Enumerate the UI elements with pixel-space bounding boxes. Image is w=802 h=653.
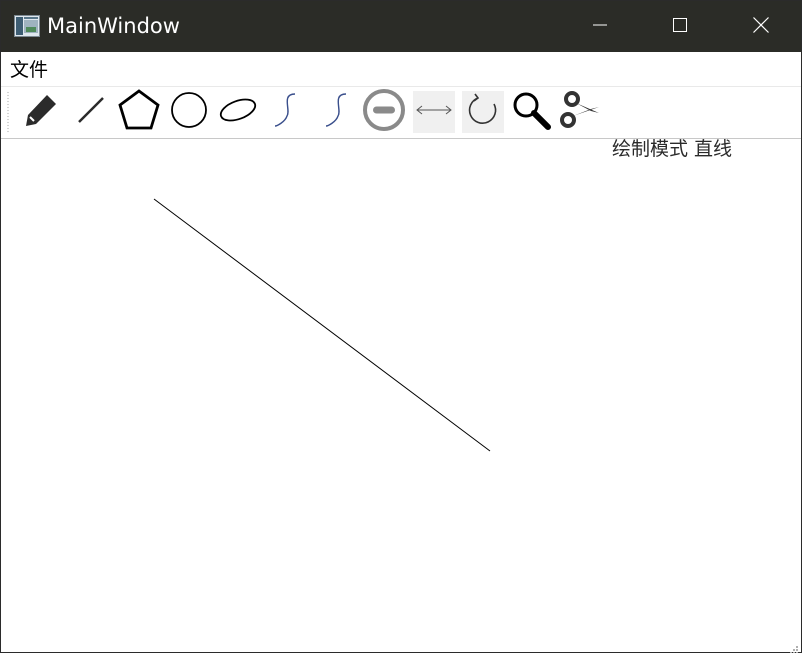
curve-icon [316,90,356,134]
tool-rotate-button[interactable] [462,91,504,133]
scissors-icon [559,89,601,135]
close-icon [753,16,769,37]
tool-curve-alt-button[interactable] [315,91,357,133]
toolbar [1,87,801,139]
maximize-icon [673,17,687,36]
magnifier-icon [510,89,552,135]
rotate-icon [463,90,503,134]
app-window-icon [14,15,40,37]
pencil-icon [21,90,61,134]
tool-circle-button[interactable] [168,91,210,133]
minimize-icon [593,17,607,36]
line-segment[interactable] [153,198,491,452]
double-arrow-icon [414,90,454,134]
tool-line-button[interactable] [70,91,112,133]
drawn-line-shape[interactable] [1,139,801,652]
tool-polygon-button[interactable] [117,88,161,136]
tool-clip-button[interactable] [559,91,601,133]
pentagon-icon [117,88,161,136]
tool-scale-button[interactable] [510,91,552,133]
tool-ellipse-button[interactable] [217,91,259,133]
ellipse-icon [218,90,258,134]
minimize-button[interactable] [560,1,640,52]
title-bar[interactable]: MainWindow [1,1,801,52]
drawing-canvas[interactable]: 绘制模式 直线 [1,138,801,653]
line-icon [71,90,111,134]
maximize-button[interactable] [640,1,720,52]
window-title: MainWindow [47,14,180,38]
circle-icon [169,90,209,134]
toolbar-grip-handle[interactable] [7,91,9,133]
curve-icon [267,90,307,134]
tool-translate-button[interactable] [413,91,455,133]
resize-grip-icon[interactable] [789,640,799,653]
tool-curve-button[interactable] [266,91,308,133]
close-button[interactable] [721,1,801,52]
tool-delete-button[interactable] [362,88,406,136]
menu-file[interactable]: 文件 [10,58,48,82]
minus-circle-icon [362,88,406,136]
tool-pencil-button[interactable] [20,91,62,133]
main-window: MainWindow 文件 绘制模式 直线 [0,0,802,653]
menu-bar: 文件 [1,52,801,87]
